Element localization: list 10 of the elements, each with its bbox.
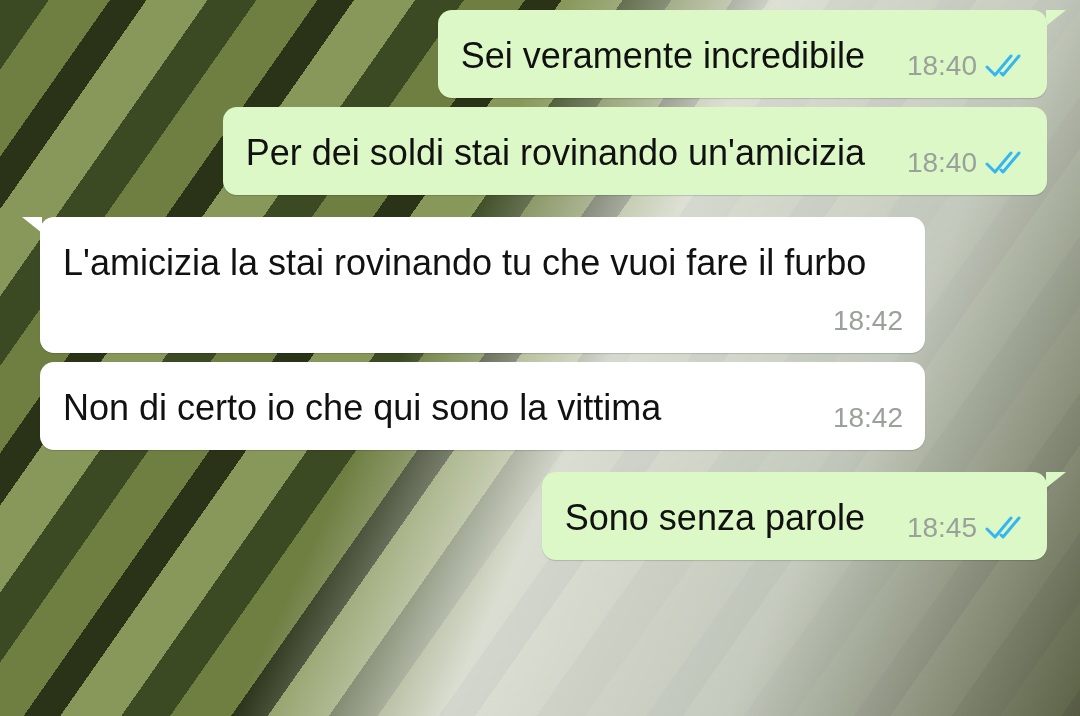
- message-time: 18:40: [906, 50, 977, 82]
- message-text: Sei veramente incredibile: [460, 35, 865, 76]
- message-time: 18:42: [832, 305, 903, 337]
- message-text: L'amicizia la stai rovinando tu che vuoi fare il furbo: [63, 242, 867, 283]
- message-time: 18:42: [832, 402, 903, 434]
- message-text: Per dei soldi stai rovinando un'amicizia: [245, 132, 865, 173]
- message-time: 18:40: [906, 147, 977, 179]
- message-time: 18:45: [906, 512, 977, 544]
- message-text: Non di certo io che qui sono la vittima: [63, 387, 662, 428]
- message-text: Sono senza parole: [564, 497, 865, 538]
